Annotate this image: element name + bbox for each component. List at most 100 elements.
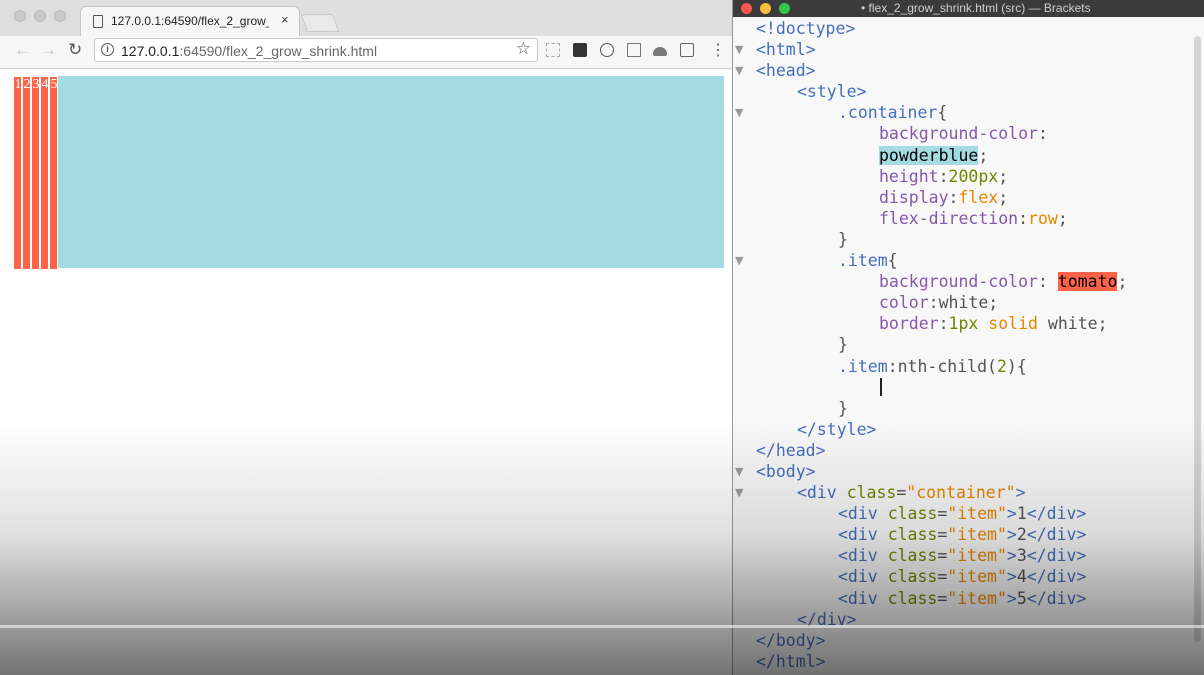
code-line[interactable]: ▼ <div class="container"> — [733, 482, 1204, 503]
fold-toggle-icon[interactable]: ▼ — [735, 39, 743, 60]
code-text: </html> — [756, 651, 826, 671]
fold-toggle-icon[interactable]: ▼ — [735, 250, 743, 271]
flex-item-1: 1 — [13, 76, 22, 270]
back-button[interactable]: ← — [14, 40, 31, 60]
new-tab-button[interactable] — [300, 14, 340, 32]
code-text: .container{ — [838, 103, 948, 123]
fold-toggle-icon[interactable]: ▼ — [735, 482, 743, 503]
fold-toggle-icon[interactable]: ▼ — [735, 102, 743, 123]
code-text: } — [838, 229, 848, 249]
editor-close-button[interactable] — [741, 3, 752, 14]
code-line[interactable]: ▼ <html> — [733, 39, 1204, 60]
code-line[interactable]: powderblue; — [733, 145, 1204, 166]
browser-toolbar: ← → ↻ i 127.0.0.1:64590/flex_2_grow_shri… — [0, 36, 732, 69]
code-line[interactable]: </body> — [733, 630, 1204, 651]
bookmark-star-icon[interactable]: ☆ — [516, 39, 531, 59]
code-line[interactable]: <div class="item">5</div> — [733, 588, 1204, 609]
fold-toggle-icon[interactable]: ▼ — [735, 60, 743, 81]
window-close-button[interactable] — [14, 10, 26, 22]
code-text: <body> — [756, 461, 816, 481]
code-text: display:flex; — [879, 187, 1009, 207]
code-line[interactable]: flex-direction:row; — [733, 208, 1204, 229]
brackets-editor: • flex_2_grow_shrink.html (src) — Bracke… — [732, 0, 1204, 675]
info-icon[interactable]: i — [101, 43, 114, 56]
code-text: color:white; — [879, 293, 999, 313]
editor-title: • flex_2_grow_shrink.html (src) — Bracke… — [861, 1, 1091, 15]
code-text: .item{ — [838, 251, 898, 271]
code-text: <html> — [756, 40, 816, 60]
code-line[interactable]: ▼ <body> — [733, 461, 1204, 482]
code-line[interactable]: background-color: tomato; — [733, 271, 1204, 292]
editor-minimize-button[interactable] — [760, 3, 771, 14]
editor-scrollbar[interactable] — [1194, 36, 1201, 642]
extension-s-icon[interactable] — [680, 43, 694, 57]
code-line[interactable]: border:1px solid white; — [733, 313, 1204, 334]
extension-grid-icon[interactable] — [546, 43, 560, 57]
code-text: </style> — [797, 419, 877, 439]
code-line[interactable]: background-color: — [733, 123, 1204, 144]
code-text: powderblue; — [879, 145, 989, 165]
code-line[interactable]: <div class="item">2</div> — [733, 524, 1204, 545]
code-line[interactable]: <!doctype> — [733, 18, 1204, 39]
code-line[interactable]: height:200px; — [733, 166, 1204, 187]
code-text: <div class="item">5</div> — [838, 588, 1087, 608]
extension-image-icon[interactable] — [627, 43, 641, 57]
window-zoom-button[interactable] — [54, 10, 66, 22]
code-line[interactable]: } — [733, 398, 1204, 419]
code-line[interactable]: <style> — [733, 81, 1204, 102]
code-text: <div class="item">3</div> — [838, 546, 1087, 566]
code-text: <!doctype> — [756, 19, 856, 38]
tab-strip: 127.0.0.1:64590/flex_2_grow_shrink.html … — [0, 0, 732, 36]
code-text: height:200px; — [879, 166, 1009, 186]
tab-close-button[interactable]: × — [281, 12, 289, 27]
tab-title: 127.0.0.1:64590/flex_2_grow_shrink.html — [111, 14, 269, 28]
code-text: } — [838, 398, 848, 418]
code-line[interactable]: display:flex; — [733, 187, 1204, 208]
code-area[interactable]: <!doctype> ▼ <html> ▼ <head> <style> ▼ .contain… — [733, 18, 1204, 672]
code-text: <div class="item">1</div> — [838, 504, 1087, 524]
code-text: <div class="item">2</div> — [838, 525, 1087, 545]
flex-container: 12345 — [13, 76, 724, 270]
extension-info-icon[interactable] — [600, 43, 614, 57]
flex-item-4: 4 — [40, 76, 49, 270]
flex-item-5: 5 — [49, 76, 58, 270]
code-text: </head> — [756, 440, 826, 460]
extension-turtle-icon[interactable] — [653, 47, 667, 56]
video-progress-bar[interactable] — [0, 625, 1204, 628]
menu-icon[interactable]: ⋮ — [710, 40, 726, 60]
address-bar[interactable]: i 127.0.0.1:64590/flex_2_grow_shrink.htm… — [94, 38, 538, 62]
code-line[interactable]: <div class="item">4</div> — [733, 566, 1204, 587]
browser-window: 127.0.0.1:64590/flex_2_grow_shrink.html … — [0, 0, 732, 675]
code-line[interactable]: <div class="item">1</div> — [733, 503, 1204, 524]
code-text: <style> — [797, 82, 867, 102]
code-line[interactable]: </head> — [733, 440, 1204, 461]
extension-c-icon[interactable] — [573, 43, 587, 57]
reload-button[interactable]: ↻ — [68, 40, 82, 60]
code-line[interactable]: </html> — [733, 651, 1204, 672]
code-line[interactable]: ▼ .container{ — [733, 102, 1204, 123]
page-viewport: 12345 — [0, 69, 732, 675]
code-line[interactable]: ▼ <head> — [733, 60, 1204, 81]
code-text: flex-direction:row; — [879, 208, 1068, 228]
code-line[interactable]: } — [733, 334, 1204, 355]
code-line[interactable]: .item:nth-child(2){ — [733, 356, 1204, 377]
url-host: 127.0.0.1 — [121, 43, 180, 59]
code-text: border:1px solid white; — [879, 314, 1108, 334]
code-text: <head> — [756, 61, 816, 81]
window-minimize-button[interactable] — [34, 10, 46, 22]
forward-button[interactable]: → — [40, 40, 57, 60]
code-text: </body> — [756, 630, 826, 650]
code-line[interactable]: ▼ .item{ — [733, 250, 1204, 271]
browser-tab[interactable]: 127.0.0.1:64590/flex_2_grow_shrink.html … — [80, 6, 300, 36]
flex-item-3: 3 — [31, 76, 40, 270]
fold-toggle-icon[interactable]: ▼ — [735, 461, 743, 482]
code-text: } — [838, 335, 848, 355]
code-line[interactable]: </style> — [733, 419, 1204, 440]
code-line[interactable]: } — [733, 229, 1204, 250]
code-line[interactable]: color:white; — [733, 292, 1204, 313]
url-path: :64590/flex_2_grow_shrink.html — [179, 43, 378, 59]
code-line[interactable]: <div class="item">3</div> — [733, 545, 1204, 566]
url-text: 127.0.0.1:64590/flex_2_grow_shrink.html — [121, 43, 377, 59]
editor-zoom-button[interactable] — [779, 3, 790, 14]
code-line[interactable] — [733, 377, 1204, 398]
